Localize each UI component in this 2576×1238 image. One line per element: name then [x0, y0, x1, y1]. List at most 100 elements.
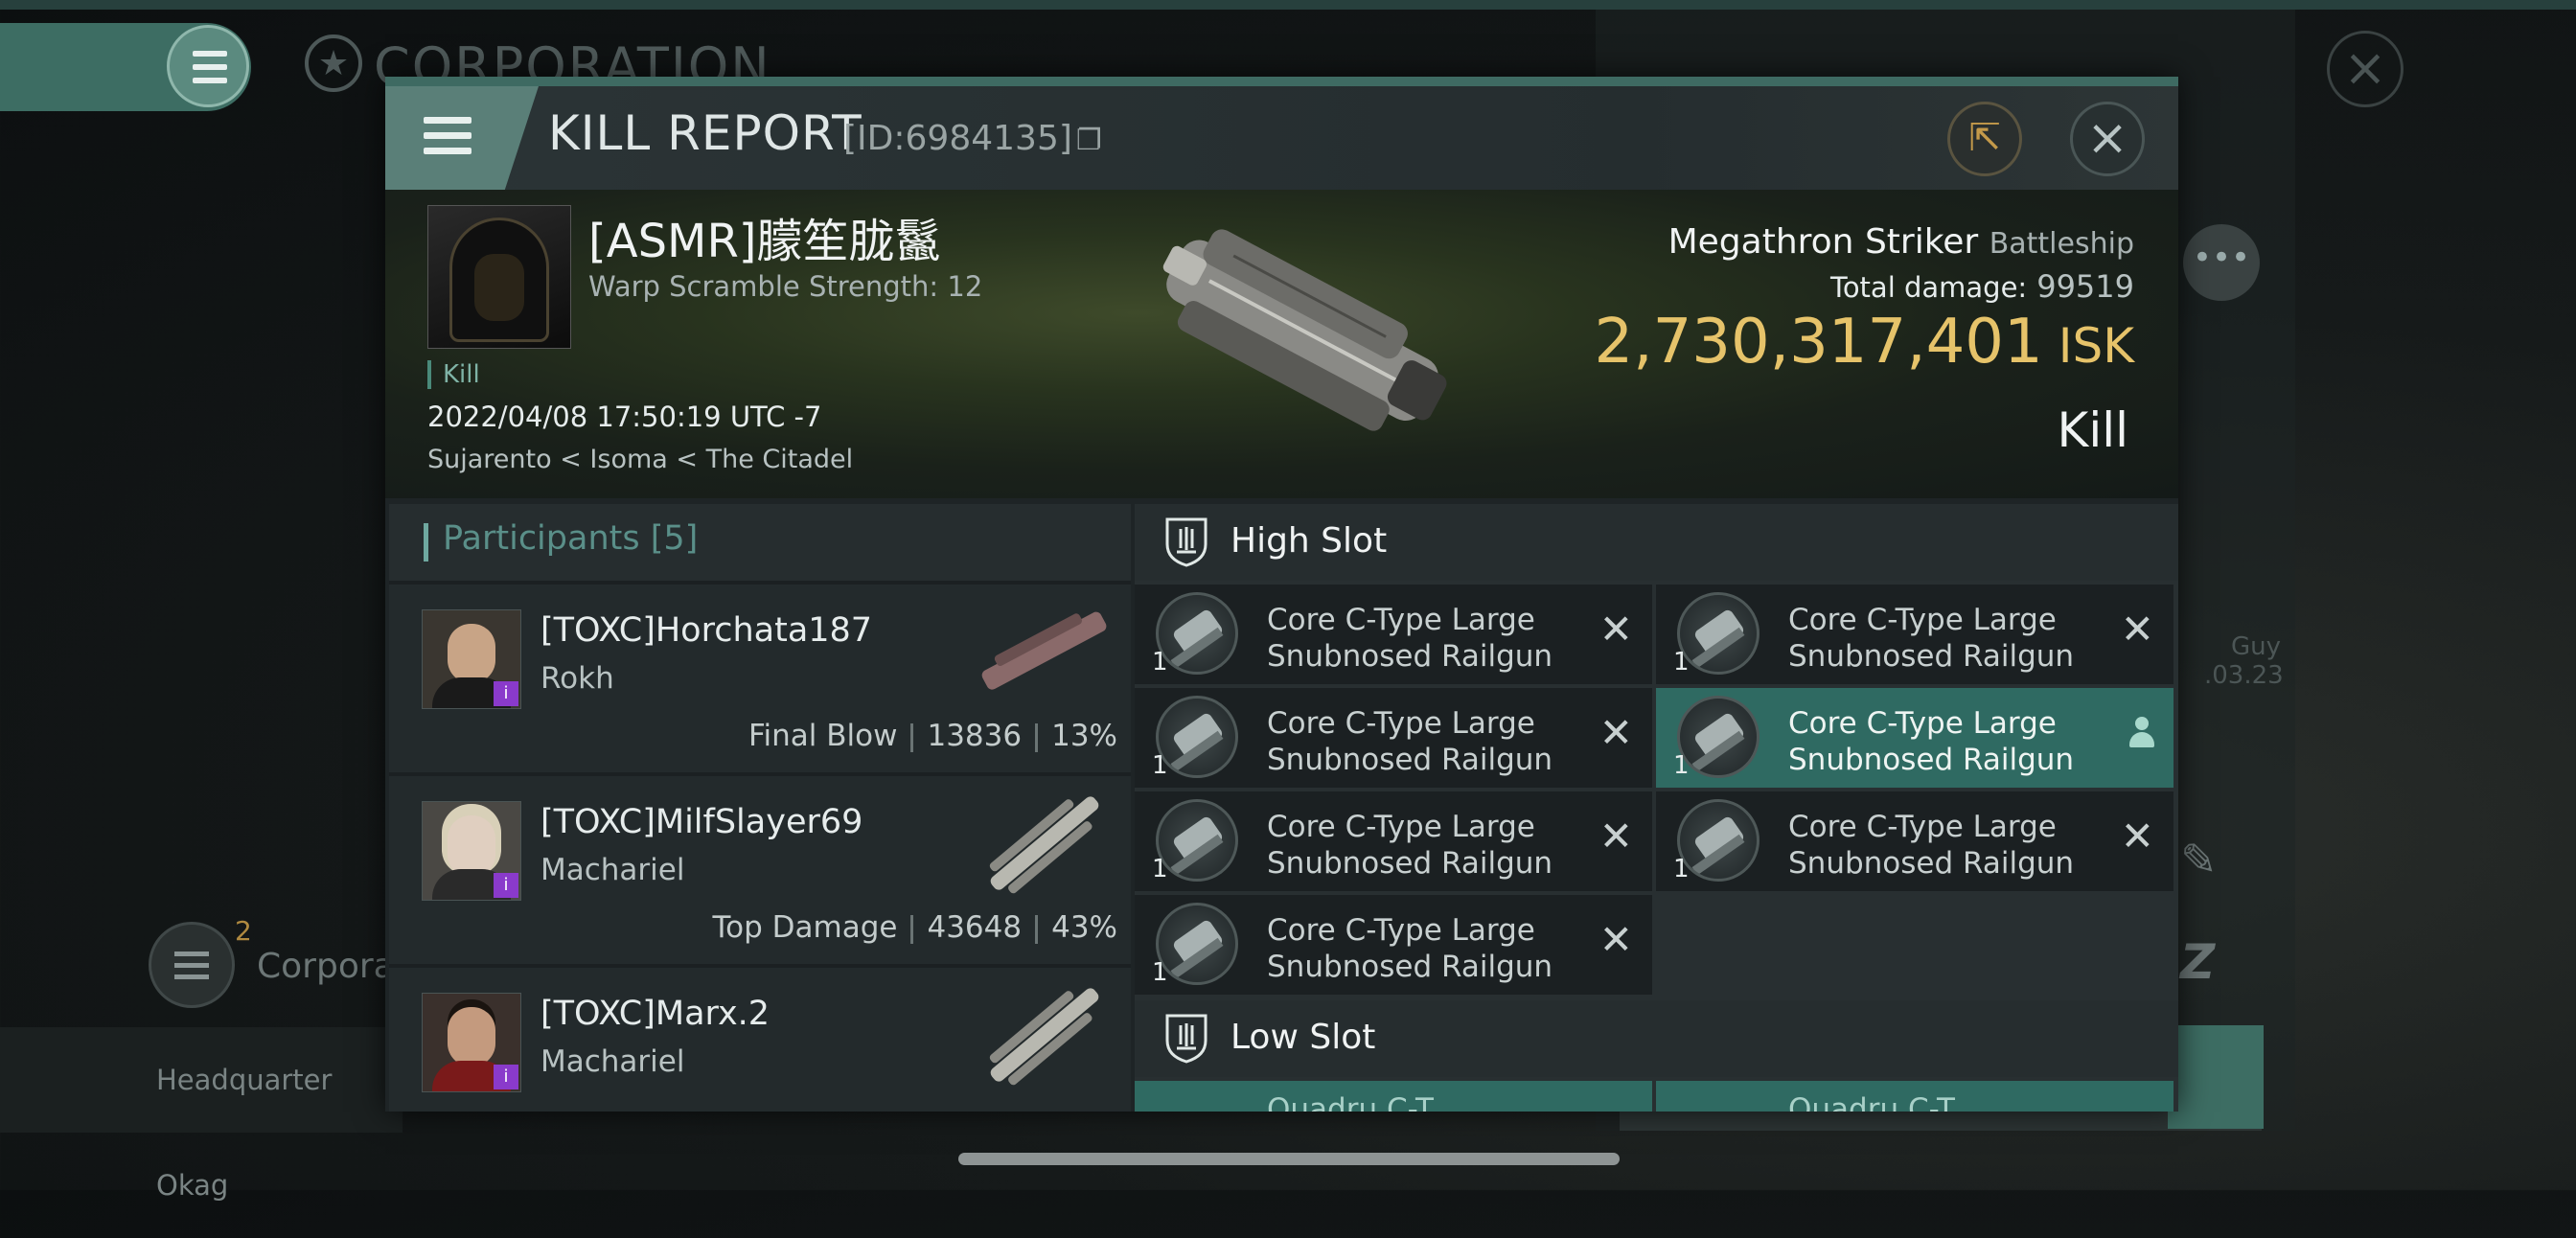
module-qty: 1 — [1152, 648, 1168, 676]
bg-close-icon[interactable]: × — [2327, 31, 2404, 107]
edit-icon[interactable]: ✎ — [2180, 834, 2228, 885]
module-slot[interactable]: Quadru C-T — [1135, 1081, 1652, 1112]
participant-role: Final Blow — [748, 719, 898, 753]
sleep-settings-icon[interactable]: Z — [2180, 934, 2215, 990]
x-icon: ✕ — [2120, 813, 2154, 860]
participant-name: [TOXC]Marx.2 — [540, 995, 770, 1033]
railgun-icon — [1156, 799, 1238, 882]
module-name: Quadru C-T — [1267, 1092, 1434, 1112]
participant-ship: Machariel — [540, 1044, 685, 1079]
module-slot[interactable]: 1 Core C-Type Large Snubnosed Railgun ✕ — [1656, 791, 2174, 891]
participant-name: [TOXC]MilfSlayer69 — [540, 803, 863, 841]
star-icon: ★ — [305, 34, 362, 92]
report-id-text: [ID:6984135] — [843, 119, 1072, 158]
home-indicator[interactable] — [958, 1153, 1620, 1165]
victim-ship-image[interactable] — [1114, 199, 1478, 487]
participant-row[interactable]: i [TOXC]Marx.2 Machariel — [389, 968, 1131, 1112]
info-icon[interactable]: i — [494, 681, 518, 706]
participant-ship: Machariel — [540, 853, 685, 887]
module-name: Core C-Type Large Snubnosed Railgun — [1267, 809, 1552, 882]
module-name: Quadru C-T — [1788, 1092, 1955, 1112]
total-damage-label: Total damage: — [1830, 271, 2028, 304]
module-slot[interactable]: 1 Core C-Type Large Snubnosed Railgun ✕ — [1135, 895, 1652, 995]
module-qty: 1 — [1673, 648, 1690, 676]
bg-menu-button[interactable] — [0, 23, 251, 111]
module-slot[interactable]: 1 Core C-Type Large Snubnosed Railgun ✕ — [1135, 688, 1652, 788]
close-icon[interactable]: × — [2070, 102, 2145, 176]
x-icon: ✕ — [1598, 916, 1633, 963]
module-slot[interactable]: 1 Core C-Type Large Snubnosed Railgun ✕ — [1135, 791, 1652, 891]
participant-percent: 43% — [1051, 910, 1117, 945]
railgun-icon — [1156, 592, 1238, 675]
report-id: [ID:6984135] ❐ — [843, 119, 1102, 158]
module-qty: 1 — [1673, 855, 1690, 883]
isk-unit: ISK — [2058, 318, 2134, 374]
module-qty: 1 — [1673, 751, 1690, 780]
bg-teal-tab[interactable] — [2168, 1025, 2264, 1129]
kill-location[interactable]: Sujarento < Isoma < The Citadel — [427, 445, 853, 474]
participant-damage: 43648 — [927, 910, 1023, 945]
low-slot-title: Low Slot — [1230, 1018, 1376, 1057]
high-slot-header: High Slot — [1135, 504, 2178, 581]
window-accent-line — [385, 77, 2178, 86]
more-icon[interactable]: ••• — [2183, 224, 2260, 301]
info-icon[interactable]: i — [494, 873, 518, 898]
module-slot-dropped[interactable]: 1 Core C-Type Large Snubnosed Railgun — [1656, 688, 2174, 788]
module-qty: 1 — [1152, 751, 1168, 780]
module-name-line2: Snubnosed Railgun — [1267, 743, 1553, 777]
module-name-line2: Snubnosed Railgun — [1788, 743, 2075, 777]
window-header: KILL REPORT [ID:6984135] ❐ ⇱ × — [385, 86, 2178, 190]
x-icon: ✕ — [2120, 606, 2154, 653]
victim-name[interactable]: [ASMR]朦笙胧鬣 — [588, 203, 941, 270]
participant-stats: Top Damage 43648 43% — [712, 910, 1117, 945]
module-name-line1: Core C-Type Large — [1267, 706, 1535, 741]
participant-name: [TOXC]Horchata187 — [540, 611, 873, 650]
module-name-line2: Snubnosed Railgun — [1788, 639, 2075, 674]
fitting-panel: High Slot 1 Core C-Type Large Snubnosed R… — [1135, 504, 2178, 1112]
ship-name[interactable]: Megathron Striker Battleship — [1668, 222, 2134, 262]
participant-ship: Rokh — [540, 661, 614, 696]
copy-icon[interactable]: ❐ — [1076, 124, 1102, 157]
total-damage: Total damage: 99519 — [1830, 268, 2134, 305]
participants-panel: Participants [5] i [TOXC]Horchata187 Rok… — [389, 504, 1131, 1112]
bg-side-date: .03.23 — [2204, 661, 2284, 690]
module-name-line2: Snubnosed Railgun — [1267, 639, 1553, 674]
hamburger-icon[interactable] — [385, 86, 539, 190]
kill-report-window: KILL REPORT [ID:6984135] ❐ ⇱ × [ASMR]朦笙胧鬣… — [385, 77, 2178, 1112]
avatar[interactable]: i — [422, 801, 521, 901]
module-slot[interactable]: 1 Core C-Type Large Snubnosed Railgun ✕ — [1656, 585, 2174, 684]
module-name: Core C-Type Large Snubnosed Railgun — [1267, 602, 1552, 675]
participant-row[interactable]: i [TOXC]Horchata187 Rokh Final Blow 13836… — [389, 585, 1131, 776]
person-icon — [2128, 717, 2156, 751]
participant-ship-icon — [989, 988, 1099, 1086]
module-slot[interactable]: 1 Core C-Type Large Snubnosed Railgun ✕ — [1135, 585, 1652, 684]
info-icon[interactable]: i — [494, 1065, 518, 1089]
x-icon: ✕ — [1598, 709, 1633, 756]
participant-role: Top Damage — [712, 910, 898, 945]
bg-corp-menu-button[interactable] — [149, 922, 235, 1008]
module-name-line1: Core C-Type Large — [1267, 810, 1535, 844]
share-icon[interactable]: ⇱ — [1947, 102, 2022, 176]
bg-count-badge: 2 — [235, 915, 252, 947]
module-name-line2: Snubnosed Railgun — [1267, 846, 1553, 881]
module-qty: 1 — [1152, 958, 1168, 987]
bg-side-name: Guy — [2230, 632, 2281, 661]
kill-banner: [ASMR]朦笙胧鬣 Warp Scramble Strength: 12 Ki… — [385, 190, 2178, 498]
module-name: Core C-Type Large Snubnosed Railgun — [1788, 705, 2074, 778]
hamburger-icon — [167, 25, 249, 107]
participant-damage: 13836 — [927, 719, 1023, 753]
module-slot[interactable]: Quadru C-T — [1656, 1081, 2174, 1112]
victim-portrait[interactable] — [427, 205, 571, 349]
participant-stats: Final Blow 13836 13% — [748, 719, 1117, 753]
kill-tag: Kill — [427, 360, 480, 389]
warp-scramble-strength: Warp Scramble Strength: 12 — [588, 270, 983, 303]
module-name-line1: Core C-Type Large — [1788, 706, 2057, 741]
module-name-line1: Core C-Type Large — [1788, 603, 2057, 637]
avatar[interactable]: i — [422, 993, 521, 1092]
module-qty: 1 — [1152, 855, 1168, 883]
avatar[interactable]: i — [422, 609, 521, 709]
participant-row[interactable]: i [TOXC]MilfSlayer69 Machariel Top Damag… — [389, 776, 1131, 968]
window-title: KILL REPORT — [548, 105, 862, 161]
low-slot-header: Low Slot — [1135, 1000, 2178, 1077]
shield-icon — [1165, 1014, 1208, 1064]
